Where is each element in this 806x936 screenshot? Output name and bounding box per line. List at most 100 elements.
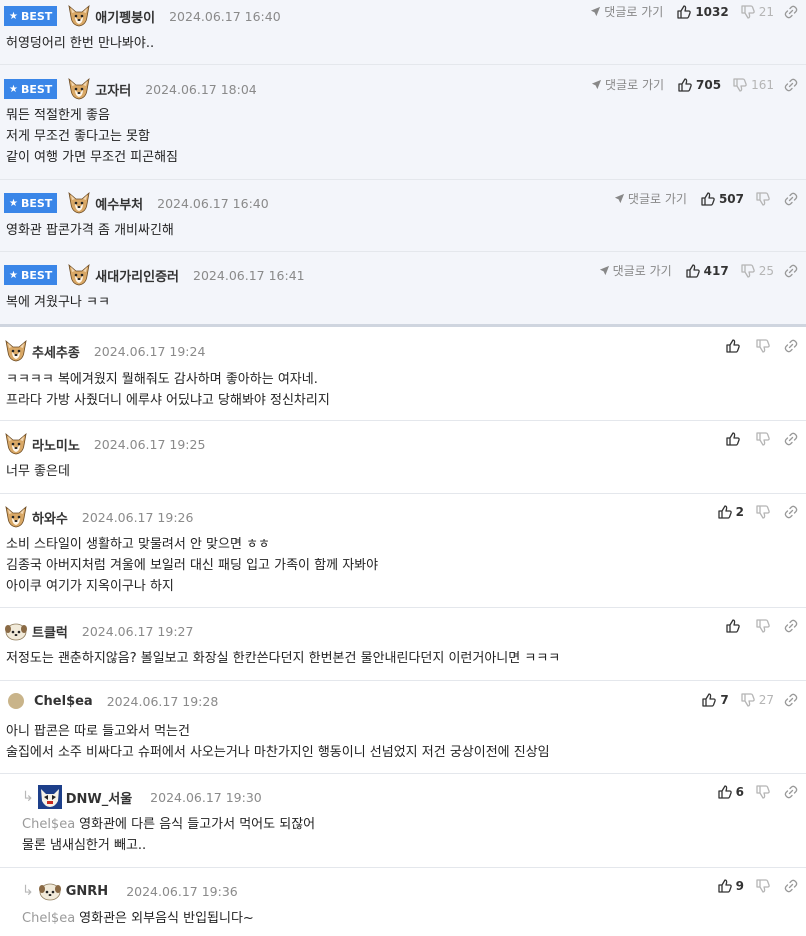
reply-mention[interactable]: Chel$ea bbox=[22, 911, 75, 926]
comment-author[interactable]: 애기펭붕이 bbox=[95, 7, 155, 26]
comment-author[interactable]: Chel$ea bbox=[34, 694, 93, 709]
goto-comment-link[interactable]: 댓글로 가기 bbox=[599, 262, 672, 279]
thumbs-down-icon bbox=[741, 5, 755, 19]
comment-line: 아이쿠 여기가 지옥이구나 하지 bbox=[6, 579, 174, 594]
goto-comment-link[interactable]: 댓글로 가기 bbox=[591, 76, 664, 93]
reply-comment: ↳ GNRH 2024.06.17 19:36 9 Chel$ea 영화관은 외부… bbox=[0, 868, 806, 936]
comment-author[interactable]: DNW_서울 bbox=[66, 788, 132, 807]
copy-link-button[interactable] bbox=[784, 78, 798, 92]
comment-line: 복에 겨웠구나 ㅋㅋ bbox=[6, 295, 110, 310]
best-badge: ★ BEST bbox=[4, 265, 58, 285]
copy-link-button[interactable] bbox=[784, 505, 798, 519]
copy-link-button[interactable] bbox=[784, 879, 798, 893]
link-icon bbox=[784, 505, 798, 519]
dislike-button[interactable] bbox=[756, 192, 774, 206]
copy-link-button[interactable] bbox=[784, 192, 798, 206]
comment-body: 뭐든 적절한게 좋음 저게 무조건 좋다고는 못함 같이 여행 가면 무조건 피… bbox=[6, 105, 796, 168]
dislike-button[interactable] bbox=[756, 339, 774, 353]
like-button[interactable]: 705 bbox=[678, 78, 721, 92]
link-icon bbox=[784, 693, 798, 707]
comment-line: 영화관은 외부음식 반입됩니다~ bbox=[79, 911, 254, 926]
thumbs-down-icon bbox=[741, 264, 755, 278]
thumbs-up-icon bbox=[677, 5, 691, 19]
comment-author[interactable]: 새대가리인증러 bbox=[95, 266, 179, 285]
goto-comment-link[interactable]: 댓글로 가기 bbox=[590, 3, 663, 20]
comment-author[interactable]: 추세추종 bbox=[32, 342, 80, 361]
link-icon bbox=[784, 78, 798, 92]
like-count: 507 bbox=[718, 191, 744, 206]
copy-link-button[interactable] bbox=[784, 339, 798, 353]
best-badge: ★ BEST bbox=[4, 6, 58, 26]
like-count: 417 bbox=[703, 263, 729, 278]
like-button[interactable]: 507 bbox=[701, 192, 744, 206]
comment-author[interactable]: 라노미노 bbox=[32, 435, 80, 454]
like-button[interactable] bbox=[726, 339, 744, 353]
copy-link-button[interactable] bbox=[784, 432, 798, 446]
like-button[interactable]: 9 bbox=[718, 879, 744, 893]
dislike-button[interactable] bbox=[756, 879, 774, 893]
reply-comment: ↳ DNW_서울 2024.06.17 19:30 6 Chel$ea 영화관에 … bbox=[0, 774, 806, 868]
comment-date: 2024.06.17 16:41 bbox=[193, 267, 305, 283]
dislike-button[interactable] bbox=[756, 785, 774, 799]
comment-line: 영화관에 다른 음식 들고가서 먹어도 되잖어 bbox=[79, 817, 316, 832]
like-button[interactable] bbox=[726, 432, 744, 446]
like-count: 1032 bbox=[695, 4, 729, 19]
goto-label: 댓글로 가기 bbox=[612, 264, 672, 278]
comment-date: 2024.06.17 19:25 bbox=[93, 436, 206, 452]
dislike-button[interactable]: 161 bbox=[733, 78, 774, 92]
like-count: 6 bbox=[735, 785, 744, 799]
copy-link-button[interactable] bbox=[784, 619, 798, 633]
avatar bbox=[38, 785, 62, 809]
dislike-button[interactable]: 21 bbox=[741, 5, 774, 19]
comment-body: Chel$ea 영화관은 외부음식 반입됩니다~ bbox=[22, 908, 796, 929]
copy-link-button[interactable] bbox=[784, 785, 798, 799]
avatar bbox=[4, 619, 28, 643]
reply-mention[interactable]: Chel$ea bbox=[22, 817, 75, 832]
like-button[interactable]: 417 bbox=[686, 264, 729, 278]
dislike-button[interactable] bbox=[756, 432, 774, 446]
comment-line: 뭐든 적절한게 좋음 bbox=[6, 108, 110, 123]
dislike-button[interactable]: 25 bbox=[741, 264, 774, 278]
comment-date: 2024.06.17 19:28 bbox=[106, 693, 219, 709]
goto-comment-link[interactable]: 댓글로 가기 bbox=[614, 190, 687, 207]
like-count: 9 bbox=[735, 879, 744, 893]
thumbs-up-icon bbox=[718, 879, 732, 893]
thumbs-up-icon bbox=[718, 785, 732, 799]
copy-link-button[interactable] bbox=[784, 693, 798, 707]
thumbs-up-icon bbox=[701, 192, 715, 206]
best-comment: ★ BEST 예수부처 2024.06.17 16:40 댓글로 가기 507 영… bbox=[0, 180, 806, 252]
dislike-button[interactable] bbox=[756, 619, 774, 633]
dislike-button[interactable]: 27 bbox=[741, 693, 774, 707]
comment-author[interactable]: 고자터 bbox=[95, 80, 131, 99]
comment-author[interactable]: 하와수 bbox=[32, 508, 68, 527]
copy-link-button[interactable] bbox=[784, 5, 798, 19]
thumbs-up-icon bbox=[702, 693, 716, 707]
comment-body: 너무 좋은데 bbox=[6, 461, 796, 482]
comment: 라노미노 2024.06.17 19:25 너무 좋은데 bbox=[0, 421, 806, 494]
thumbs-down-icon bbox=[756, 432, 770, 446]
comment-author[interactable]: GNRH bbox=[66, 884, 108, 899]
like-button[interactable]: 6 bbox=[718, 785, 744, 799]
dislike-button[interactable] bbox=[756, 505, 774, 519]
comment-author[interactable]: 트클럭 bbox=[32, 622, 68, 641]
thumbs-up-icon bbox=[678, 78, 692, 92]
star-icon: ★ bbox=[9, 83, 18, 95]
comment-line: 술집에서 소주 비싸다고 슈퍼에서 사오는거나 마찬가지인 행동이니 선넘었지 … bbox=[6, 745, 550, 760]
comment-date: 2024.06.17 18:04 bbox=[145, 81, 257, 97]
avatar bbox=[67, 4, 91, 28]
best-label: BEST bbox=[20, 9, 53, 23]
comment-author[interactable]: 예수부처 bbox=[95, 194, 143, 213]
like-button[interactable]: 1032 bbox=[677, 4, 729, 19]
comment-body: 허영덩어리 한번 만나봐야.. bbox=[6, 33, 796, 54]
comment-body: ㅋㅋㅋㅋ 복에겨웠지 뭘해줘도 감사하며 좋아하는 여자네. 프라다 가방 사줬… bbox=[6, 369, 796, 411]
reply-arrow-icon: ↳ bbox=[22, 883, 34, 899]
star-icon: ★ bbox=[9, 10, 18, 22]
thumbs-down-icon bbox=[756, 619, 770, 633]
copy-link-button[interactable] bbox=[784, 264, 798, 278]
like-button[interactable]: 7 bbox=[702, 693, 729, 707]
like-button[interactable]: 2 bbox=[718, 505, 744, 519]
thumbs-down-icon bbox=[756, 339, 770, 353]
comment-line: 김종국 아버지처럼 겨울에 보일러 대신 패딩 입고 가족이 함께 자봐야 bbox=[6, 558, 379, 573]
comment-list: ★ BEST 애기펭붕이 2024.06.17 16:40 댓글로 가기 1032… bbox=[0, 0, 806, 936]
like-button[interactable] bbox=[726, 619, 744, 633]
